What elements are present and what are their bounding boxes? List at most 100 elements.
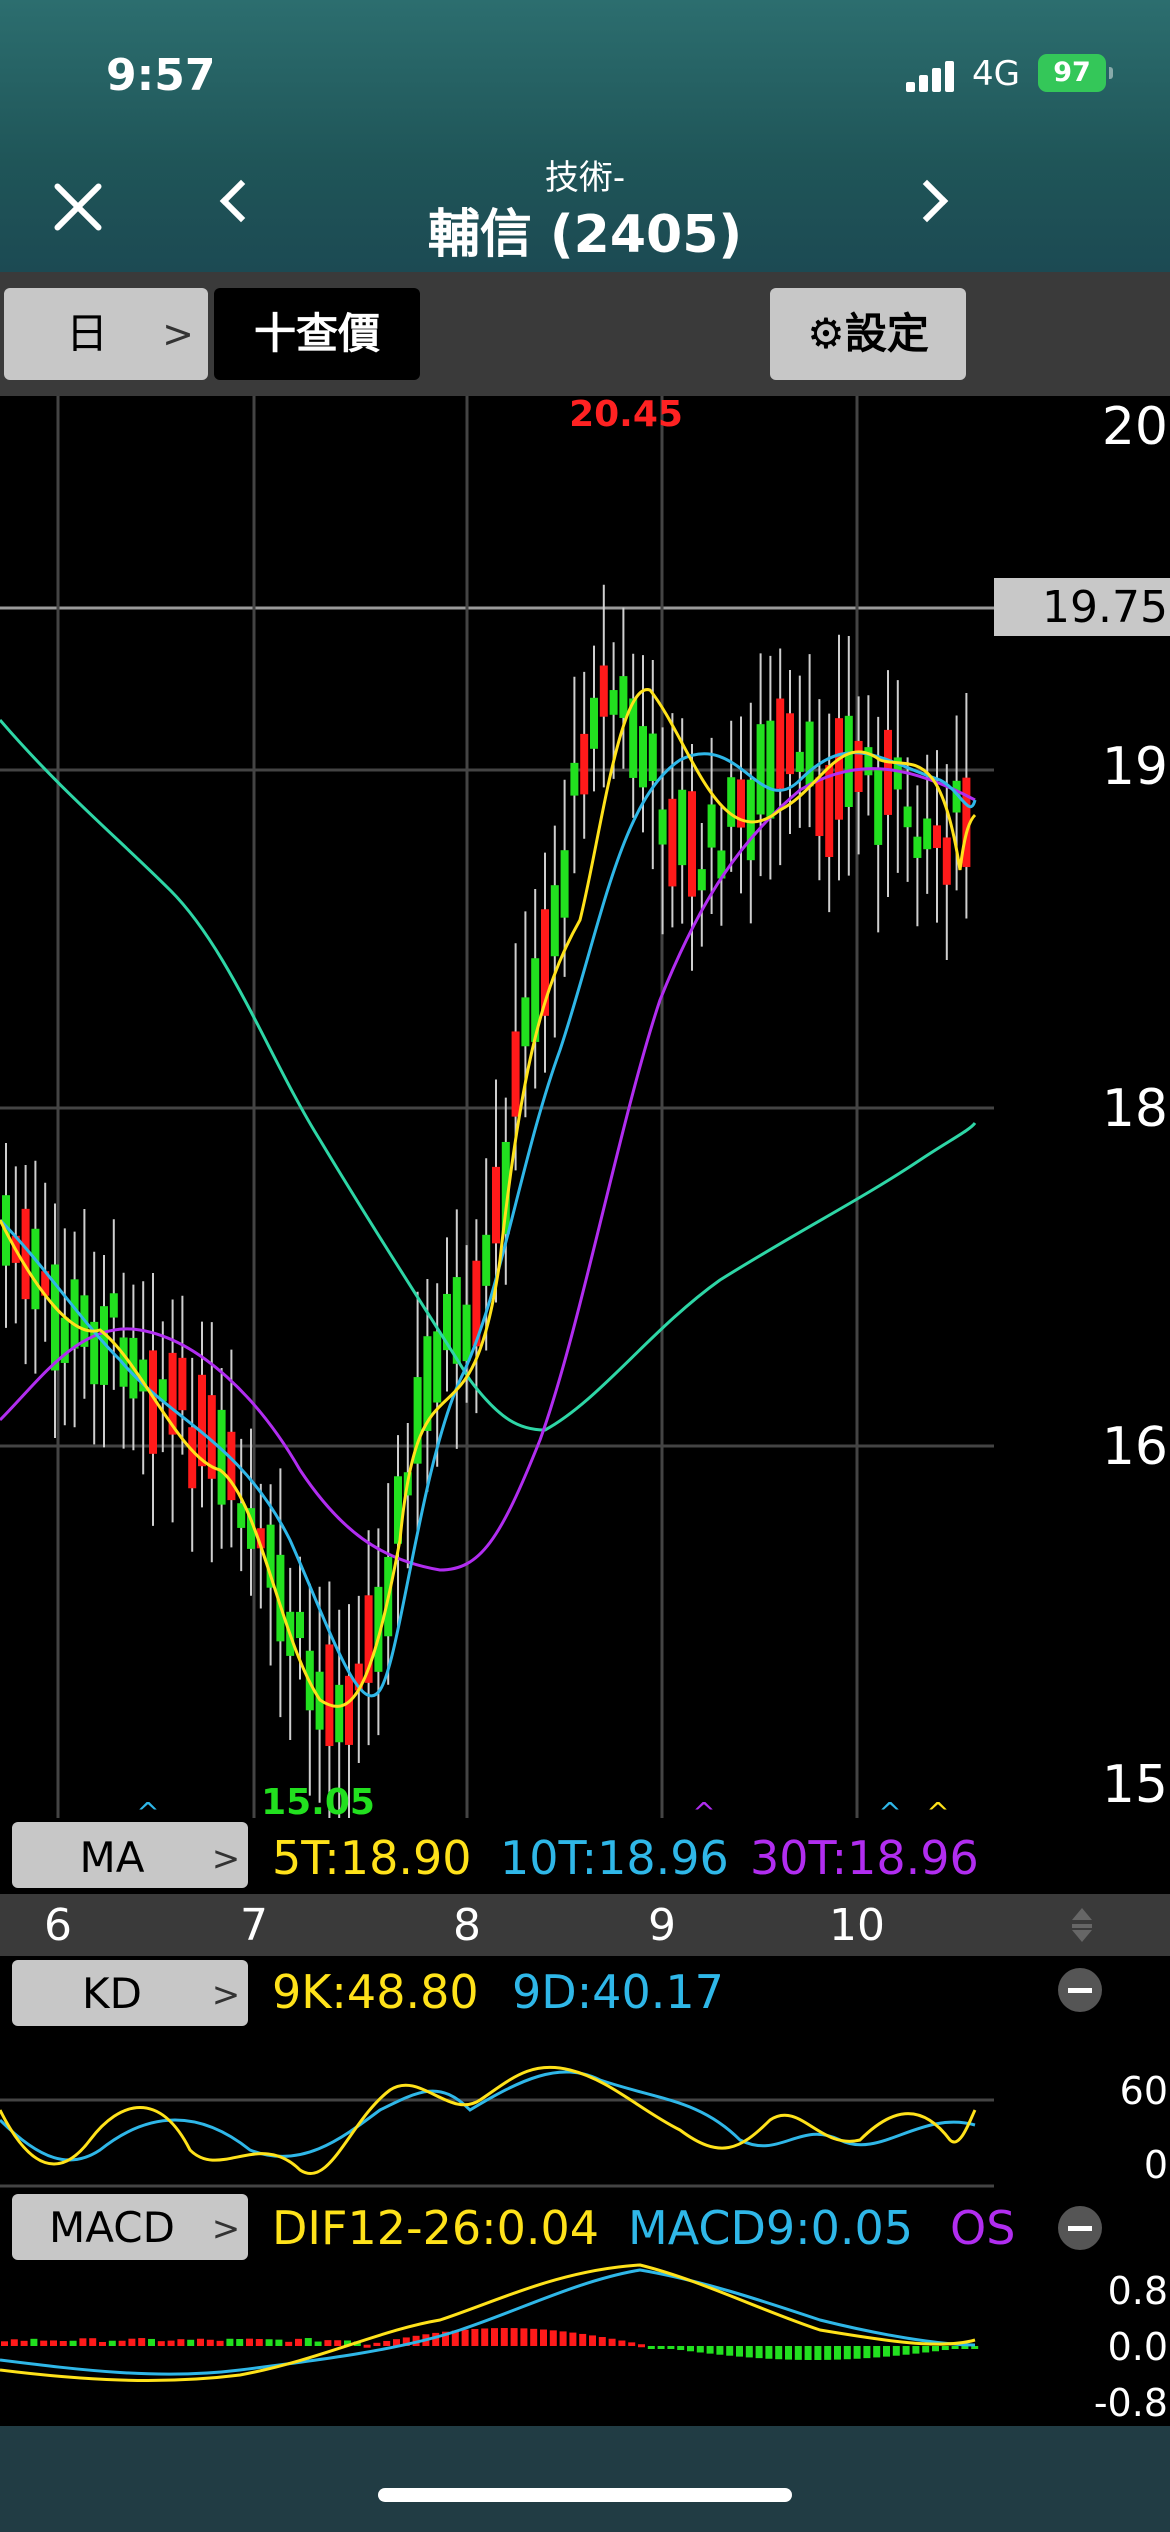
macd-button-label: MACD xyxy=(49,2203,175,2252)
macd-bar xyxy=(167,2340,175,2346)
candle-body xyxy=(727,777,736,827)
macd-bar xyxy=(30,2338,38,2346)
macd-signal-value: MACD9:0.05 xyxy=(628,2201,913,2255)
candle-body xyxy=(590,697,598,749)
price-axis-tick: 18 xyxy=(1102,1079,1168,1139)
x-axis-tick: 9 xyxy=(648,1900,676,1951)
gear-icon: ⚙ xyxy=(807,309,845,358)
x-axis-bar xyxy=(0,1894,1170,1956)
macd-bar xyxy=(941,2346,949,2351)
settings-label: 設定 xyxy=(844,309,929,358)
macd-bar xyxy=(89,2338,97,2346)
candle-body xyxy=(511,1031,520,1117)
home-indicator[interactable] xyxy=(378,2488,792,2502)
macd-bar xyxy=(197,2338,204,2346)
macd-bar xyxy=(647,2346,655,2349)
current-price: 19.75 xyxy=(1042,582,1168,633)
candle-body xyxy=(345,1675,353,1745)
macd-bar xyxy=(314,2341,322,2346)
candle-body xyxy=(688,791,696,897)
macd-bar xyxy=(892,2346,900,2356)
technical-chart[interactable]: 2019181615 19.75 20.45 15.05 ^ ^ ^ ^ MA … xyxy=(0,396,1170,2426)
macd-bar xyxy=(745,2346,753,2358)
candle-body xyxy=(619,676,628,718)
candle-body xyxy=(550,885,559,957)
macd-bar xyxy=(148,2338,155,2346)
macd-bar xyxy=(961,2346,969,2349)
candle-body xyxy=(903,806,912,828)
macd-bar xyxy=(363,2344,371,2348)
candle-body xyxy=(884,729,892,815)
candle-body xyxy=(697,869,706,891)
network-label: 4G xyxy=(972,54,1020,94)
candle-body xyxy=(923,818,932,850)
macd-bar xyxy=(932,2346,939,2352)
macd-bar xyxy=(618,2340,626,2346)
macd-dif-value: DIF12-26:0.04 xyxy=(272,2201,599,2255)
macd-bar xyxy=(157,2341,165,2346)
toolbar: 日 > 十查價 ⚙設定 xyxy=(0,272,1170,396)
macd-bar xyxy=(736,2346,743,2357)
battery-level: 97 xyxy=(1053,57,1091,88)
candle-body xyxy=(707,804,716,848)
candle-body xyxy=(482,1234,491,1286)
candle-body xyxy=(31,1228,40,1310)
macd-bar xyxy=(549,2330,557,2346)
macd-bar xyxy=(716,2346,724,2355)
macd-bar xyxy=(510,2328,518,2346)
x-axis-tick: 10 xyxy=(829,1900,885,1951)
macd-bar xyxy=(334,2340,342,2346)
macd-bar xyxy=(677,2346,685,2351)
macd-bar xyxy=(216,2340,224,2346)
macd-bar xyxy=(187,2339,195,2346)
macd-bar xyxy=(177,2339,185,2346)
macd-bar xyxy=(295,2338,302,2346)
macd-bar xyxy=(755,2346,763,2359)
macd-bar xyxy=(696,2346,704,2353)
candle-body xyxy=(296,1611,304,1639)
kd-k-value: 9K:48.80 xyxy=(272,1965,479,2019)
page-title: 輔信 (2405) xyxy=(427,205,743,265)
macd-bar xyxy=(481,2328,489,2346)
candle-body xyxy=(658,809,667,845)
macd-bar xyxy=(853,2346,861,2359)
macd-bar xyxy=(99,2341,106,2346)
macd-bar xyxy=(108,2340,116,2346)
candle-body xyxy=(178,1357,187,1411)
ma-button-label: MA xyxy=(80,1833,145,1882)
candle-body xyxy=(854,740,863,792)
low-price-label: 15.05 xyxy=(261,1782,375,1823)
add-quote-button[interactable]: 十查價 xyxy=(214,288,420,380)
candle-body xyxy=(570,762,579,796)
macd-bar xyxy=(657,2346,665,2349)
settings-button[interactable]: ⚙設定 xyxy=(770,288,966,380)
signal-icon xyxy=(906,60,956,92)
macd-bar xyxy=(873,2346,881,2358)
period-label: 日 xyxy=(66,309,109,358)
macd-bar xyxy=(598,2337,606,2346)
macd-bar xyxy=(540,2329,547,2346)
macd-bar xyxy=(794,2346,802,2360)
candle-body xyxy=(521,997,530,1047)
candle-body xyxy=(21,1208,30,1300)
macd-axis-tick: 0.8 xyxy=(1108,2269,1168,2313)
x-axis-tick: 7 xyxy=(240,1900,268,1951)
macd-bar xyxy=(226,2338,234,2346)
chevron-right-icon: > xyxy=(212,1839,241,1879)
macd-bar xyxy=(255,2339,263,2346)
ma10-value: 10T:18.96 xyxy=(500,1831,729,1885)
candle-body xyxy=(452,1277,461,1364)
high-price-label: 20.45 xyxy=(569,396,683,435)
macd-bar xyxy=(804,2346,812,2360)
candle-body xyxy=(844,715,853,807)
macd-bar xyxy=(50,2340,57,2346)
macd-bar xyxy=(883,2346,890,2357)
macd-bar xyxy=(608,2338,616,2346)
candle-body xyxy=(874,768,883,845)
macd-bar xyxy=(500,2328,508,2346)
macd-bar xyxy=(10,2339,18,2346)
period-button[interactable]: 日 > xyxy=(4,288,208,380)
kd-k-line xyxy=(0,2065,977,2175)
macd-axis-tick: -0.8 xyxy=(1094,2381,1168,2425)
candle-body xyxy=(776,698,785,789)
